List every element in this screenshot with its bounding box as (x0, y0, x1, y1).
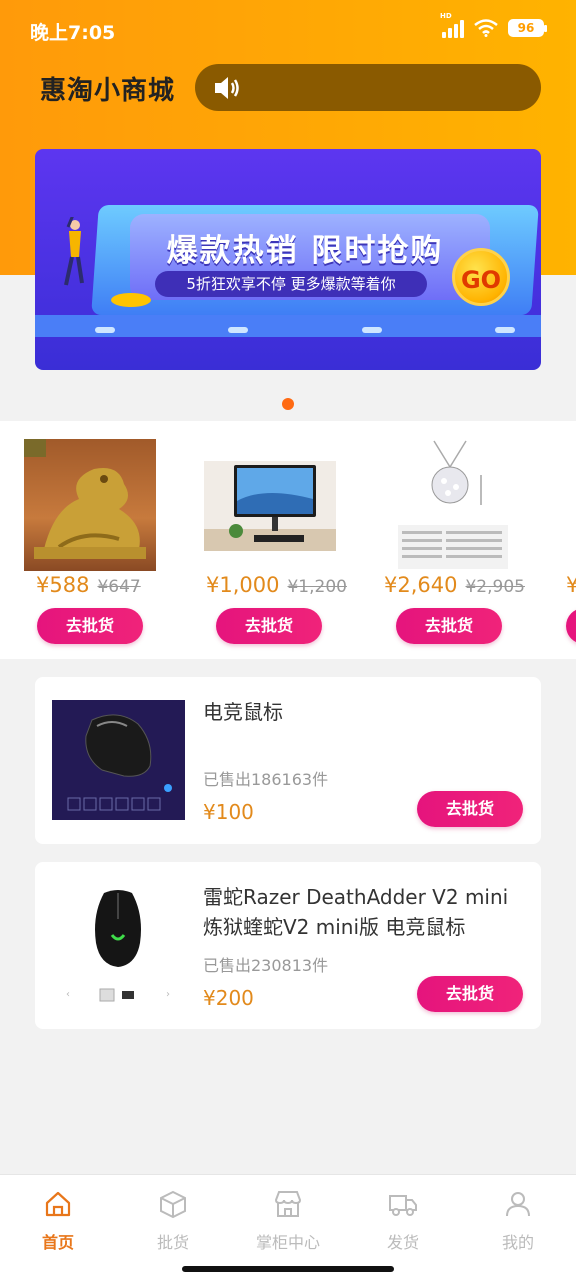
tab-wholesale[interactable]: 批货 (133, 1189, 213, 1253)
featured-price-row: ¥ (566, 573, 576, 597)
tab-label: 首页 (41, 1233, 74, 1252)
home-icon (45, 1191, 71, 1217)
svg-text:‹: ‹ (66, 989, 70, 1000)
tab-label: 我的 (501, 1233, 534, 1252)
status-time: 晚上7:05 (30, 22, 116, 44)
featured-products-scroll[interactable]: ¥588 ¥647 去批货 ¥1,000 ¥1,200 去批货 ¥2,640 ¥… (0, 421, 576, 659)
product-image-razer-mouse: ‹ › (52, 885, 185, 1005)
tab-me[interactable]: 我的 (478, 1189, 558, 1253)
featured-card[interactable]: ¥588 ¥647 去批货 (24, 421, 184, 659)
featured-old-price: ¥2,905 (465, 577, 525, 597)
user-icon (506, 1192, 530, 1217)
running-woman-illustration (64, 217, 84, 286)
tab-label: 批货 (156, 1233, 189, 1252)
featured-wholesale-button[interactable]: 去批货 (396, 608, 502, 644)
banner-lights (95, 327, 515, 333)
svg-text:›: › (166, 989, 170, 1000)
product-title: 雷蛇Razer DeathAdder V2 mini 炼狱蝰蛇V2 mini版 … (203, 885, 509, 939)
product-price: ¥200 (203, 986, 254, 1010)
notice-bar[interactable] (195, 64, 541, 111)
featured-card[interactable]: ¥2,640 ¥2,905 去批货 (384, 421, 544, 659)
featured-card[interactable]: ¥1,000 ¥1,200 去批货 (204, 421, 364, 659)
product-price: ¥100 (203, 800, 254, 824)
featured-price-row: ¥2,640 ¥2,905 (384, 573, 525, 597)
status-bar: 晚上7:05 HD 96 (0, 0, 576, 60)
featured-wholesale-button[interactable]: 去批货 (37, 608, 143, 644)
tab-label: 掌柜中心 (255, 1233, 320, 1252)
product-wholesale-button[interactable]: 去批货 (417, 791, 523, 827)
banner-base (35, 315, 541, 337)
product-image-monitor (204, 461, 336, 551)
promo-banner[interactable]: 爆款热销 限时抢购 5折狂欢享不停 更多爆款等着你 GO (35, 149, 541, 370)
product-wholesale-button[interactable]: 去批货 (417, 976, 523, 1012)
tab-label: 发货 (386, 1233, 419, 1252)
featured-old-price: ¥1,200 (287, 577, 347, 597)
featured-wholesale-button[interactable]: 去批货 (216, 608, 322, 644)
banner-go-button[interactable]: GO (452, 248, 510, 306)
status-icons: HD 96 (440, 12, 547, 38)
product-list-item[interactable]: ‹ › 雷蛇Razer DeathAdder V2 mini 炼狱蝰蛇V2 mi… (35, 862, 541, 1029)
tab-home[interactable]: 首页 (18, 1189, 98, 1253)
product-image-pendant (384, 439, 516, 571)
featured-price: ¥588 (36, 573, 90, 597)
app-logo: 惠淘小商城 (40, 76, 176, 106)
box-icon (160, 1190, 186, 1219)
product-image-dragon (24, 439, 156, 571)
tab-shipping[interactable]: 发货 (363, 1189, 443, 1253)
featured-wholesale-button[interactable] (566, 608, 576, 644)
coins-illustration (111, 293, 151, 307)
bottom-tab-bar: 首页 批货 掌柜中心 发货 我的 (0, 1174, 576, 1280)
featured-price: ¥ (566, 573, 576, 597)
product-title: 电竞鼠标 (203, 700, 283, 724)
speaker-icon (215, 76, 239, 99)
tab-shopkeeper-center[interactable]: 掌柜中心 (248, 1189, 328, 1253)
product-sold-count: 已售出230813件 (203, 956, 329, 975)
signal-icon: HD (440, 12, 464, 38)
home-indicator[interactable] (182, 1266, 394, 1272)
wifi-icon (474, 19, 498, 37)
carousel-indicator-dot[interactable] (282, 398, 294, 410)
banner-title: 爆款热销 限时抢购 (166, 233, 444, 269)
featured-card[interactable]: ¥ (566, 421, 576, 659)
product-list-item[interactable]: 电竞鼠标 已售出186163件 ¥100 去批货 (35, 677, 541, 844)
product-sold-count: 已售出186163件 (203, 770, 329, 789)
product-image-gaming-mouse (52, 700, 185, 820)
featured-price: ¥1,000 (206, 573, 280, 597)
featured-old-price: ¥647 (97, 577, 141, 597)
featured-price: ¥2,640 (384, 573, 458, 597)
battery-icon: 96 (508, 19, 547, 37)
featured-price-row: ¥588 ¥647 (36, 573, 141, 597)
truck-icon (389, 1195, 417, 1216)
store-icon (274, 1191, 302, 1217)
banner-subtitle: 5折狂欢享不停 更多爆款等着你 (155, 271, 427, 297)
featured-price-row: ¥1,000 ¥1,200 (206, 573, 347, 597)
